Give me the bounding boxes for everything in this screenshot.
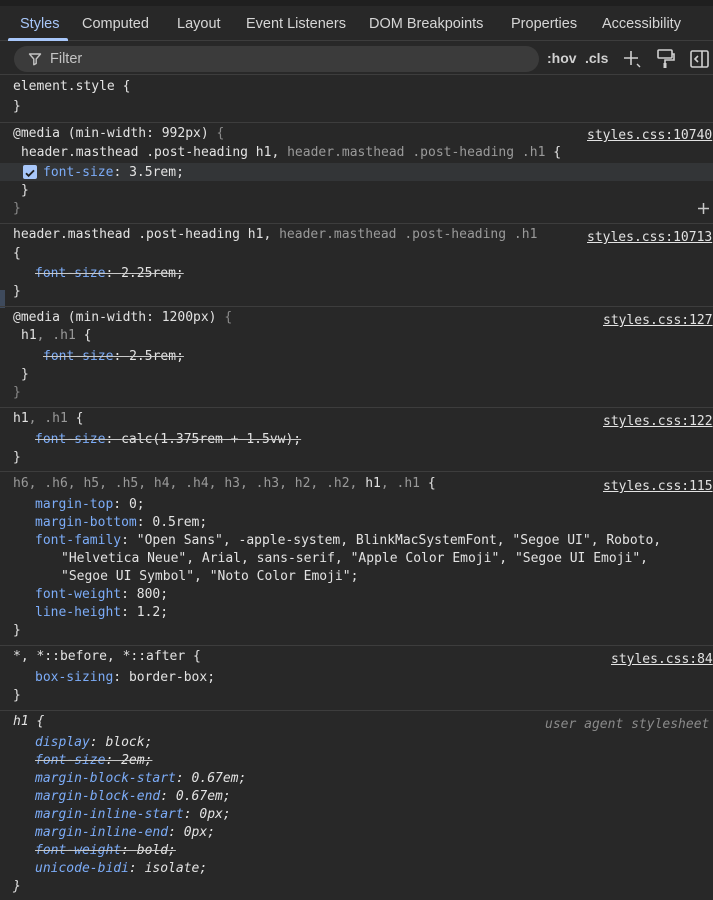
paint-brush-icon[interactable] <box>655 48 677 70</box>
rule-close-brace: } <box>13 688 21 703</box>
declaration[interactable]: font-weight: 800; <box>35 586 168 604</box>
filter-placeholder: Filter <box>50 51 83 67</box>
rule-selector[interactable]: h1 { <box>13 713 44 731</box>
declaration: display: block; <box>35 735 153 750</box>
media-close-brace: } <box>13 201 21 216</box>
styles-pane-tab-bar: Styles Computed Layout Event Listeners D… <box>0 0 713 41</box>
rule-selector[interactable]: h1, .h1 { <box>21 327 91 345</box>
rule-divider <box>0 223 713 224</box>
toggle-sidebar-icon[interactable] <box>689 48 711 70</box>
rule-divider <box>0 122 713 123</box>
source-link[interactable]: styles.css:127 <box>603 313 713 328</box>
add-declaration-icon[interactable] <box>697 202 710 215</box>
hov-button[interactable]: :hov <box>547 50 577 66</box>
overridden-declaration: font-weight: bold; <box>35 843 176 858</box>
overridden-declaration[interactable]: font-size: 2.5rem; <box>43 348 184 366</box>
declaration[interactable]: font-family: "Open Sans", -apple-system,… <box>35 532 661 550</box>
styles-toolbar: Filter :hov .cls <box>0 42 713 75</box>
rule-selector[interactable]: header.masthead .post-heading h1, header… <box>13 226 537 244</box>
checkmark-icon <box>25 169 35 178</box>
declaration[interactable]: margin-bottom: 0.5rem; <box>35 514 207 532</box>
declaration: margin-inline-end: 0px; <box>35 825 216 840</box>
new-style-rule-icon[interactable] <box>621 48 643 70</box>
rule-selector[interactable]: header.masthead .post-heading h1, header… <box>21 144 561 162</box>
tab-computed[interactable]: Computed <box>82 16 149 32</box>
declaration-continuation: "Helvetica Neue", Arial, sans-serif, "Ap… <box>61 551 648 566</box>
declaration: margin-block-end: 0.67em; <box>35 789 231 804</box>
declaration-checkbox[interactable] <box>23 165 37 179</box>
rule-selector[interactable]: h1, .h1 { <box>13 410 83 428</box>
rule-selector[interactable]: *, *::before, *::after { <box>13 648 201 666</box>
tab-dom-breakpoints[interactable]: DOM Breakpoints <box>369 16 483 32</box>
filter-input[interactable]: Filter <box>14 46 539 72</box>
tab-styles[interactable]: Styles <box>20 16 60 32</box>
source-link[interactable]: styles.css:122 <box>603 414 713 429</box>
rule-close-brace: } <box>13 879 21 894</box>
filter-icon <box>28 53 42 66</box>
declaration[interactable]: box-sizing: border-box; <box>35 669 215 687</box>
source-link[interactable]: styles.css:84 <box>611 652 713 667</box>
rule-divider <box>0 710 713 711</box>
declaration: margin-block-start: 0.67em; <box>35 771 247 786</box>
rule-divider <box>0 407 713 408</box>
tab-accessibility[interactable]: Accessibility <box>602 16 681 32</box>
active-tab-indicator <box>8 38 68 41</box>
rule-close-brace: } <box>13 450 21 465</box>
rule-close-brace: } <box>13 284 21 299</box>
declaration[interactable]: font-size: 3.5rem; <box>43 164 184 182</box>
element-style-selector[interactable]: element.style { <box>13 78 130 96</box>
overridden-declaration: font-size: 2em; <box>35 753 153 768</box>
rule-close-brace: } <box>21 367 29 382</box>
rule-divider <box>0 306 713 307</box>
overridden-declaration[interactable]: font-size: calc(1.375rem + 1.5vw); <box>35 431 301 449</box>
rule-close-brace: } <box>13 99 21 114</box>
rule-close-brace: } <box>21 183 29 198</box>
top-strip <box>0 0 713 6</box>
media-query: @media (min-width: 992px) { <box>13 126 225 141</box>
rule-divider <box>0 471 713 472</box>
rule-divider <box>0 645 713 646</box>
declaration[interactable]: margin-top: 0; <box>35 496 145 514</box>
source-link[interactable]: styles.css:115 <box>603 479 713 494</box>
user-agent-stylesheet-label: user agent stylesheet <box>545 717 710 732</box>
declaration[interactable]: line-height: 1.2; <box>35 604 168 622</box>
declaration-continuation: "Segoe UI Symbol", "Noto Color Emoji"; <box>61 569 359 584</box>
rule-selector[interactable]: h6, .h6, h5, .h5, h4, .h4, h3, .h3, h2, … <box>13 475 436 493</box>
source-link[interactable]: styles.css:10713 <box>587 230 712 245</box>
source-link[interactable]: styles.css:10740 <box>587 128 712 143</box>
declaration: margin-inline-start: 0px; <box>35 807 231 822</box>
tab-layout[interactable]: Layout <box>177 16 221 32</box>
tab-event-listeners[interactable]: Event Listeners <box>246 16 346 32</box>
rule-close-brace: } <box>13 623 21 638</box>
cls-button[interactable]: .cls <box>585 50 608 66</box>
tab-properties[interactable]: Properties <box>511 16 577 32</box>
rule-open-brace: { <box>13 246 21 261</box>
overridden-declaration[interactable]: font-size: 2.25rem; <box>35 265 184 283</box>
media-query: @media (min-width: 1200px) { <box>13 310 233 325</box>
media-close-brace: } <box>13 385 21 400</box>
declaration: unicode-bidi: isolate; <box>35 861 208 876</box>
